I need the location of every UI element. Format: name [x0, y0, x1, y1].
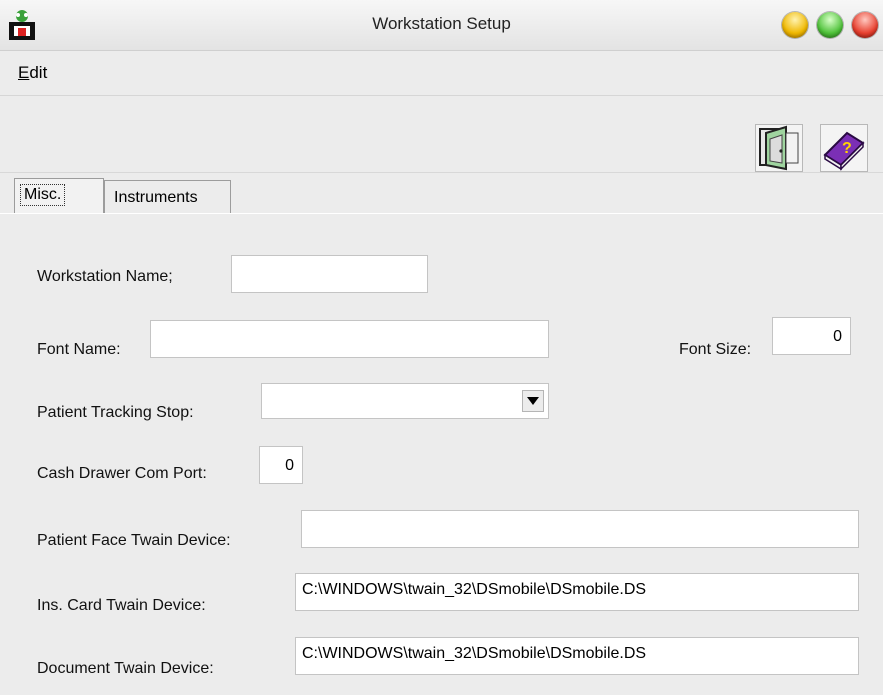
- ins-card-twain-label: Ins. Card Twain Device:: [37, 597, 206, 614]
- svg-text:?: ?: [842, 140, 852, 157]
- cash-drawer-com-port-label: Cash Drawer Com Port:: [37, 465, 207, 482]
- font-name-label: Font Name:: [37, 341, 121, 358]
- toolbar: ?: [0, 96, 883, 173]
- workstation-name-label: Workstation Name;: [37, 268, 173, 285]
- tab-misc-label: Misc.: [20, 184, 66, 206]
- window-title: Workstation Setup: [372, 14, 511, 33]
- patient-face-twain-label: Patient Face Twain Device:: [37, 532, 231, 549]
- patient-face-twain-field[interactable]: [301, 510, 859, 548]
- title-bar[interactable]: Workstation Setup: [0, 0, 883, 51]
- font-size-label: Font Size:: [679, 341, 752, 358]
- minimize-button[interactable]: [782, 12, 808, 38]
- tab-instruments[interactable]: Instruments: [104, 180, 231, 213]
- document-twain-field[interactable]: C:\WINDOWS\twain_32\DSmobile\DSmobile.DS: [295, 637, 859, 675]
- patient-tracking-stop-select[interactable]: [261, 383, 549, 419]
- help-book-icon: ?: [821, 131, 867, 175]
- cash-drawer-com-port-field[interactable]: 0: [259, 446, 303, 484]
- exit-door-icon: [756, 125, 802, 175]
- tab-misc[interactable]: Misc.: [14, 178, 104, 213]
- exit-button[interactable]: [755, 124, 803, 172]
- menu-bar: Edit: [0, 51, 883, 96]
- font-name-field[interactable]: [150, 320, 549, 358]
- dropdown-arrow-button[interactable]: [522, 390, 544, 412]
- ins-card-twain-field[interactable]: C:\WINDOWS\twain_32\DSmobile\DSmobile.DS: [295, 573, 859, 611]
- workstation-name-field[interactable]: [231, 255, 428, 293]
- tab-divider: [0, 213, 883, 214]
- patient-tracking-stop-label: Patient Tracking Stop:: [37, 404, 194, 421]
- close-button[interactable]: [852, 12, 878, 38]
- help-button[interactable]: ?: [820, 124, 868, 172]
- zoom-button[interactable]: [817, 12, 843, 38]
- menu-edit[interactable]: Edit: [18, 63, 47, 83]
- font-size-field[interactable]: 0: [772, 317, 851, 355]
- document-twain-label: Document Twain Device:: [37, 660, 214, 677]
- tab-instruments-label: Instruments: [114, 189, 198, 206]
